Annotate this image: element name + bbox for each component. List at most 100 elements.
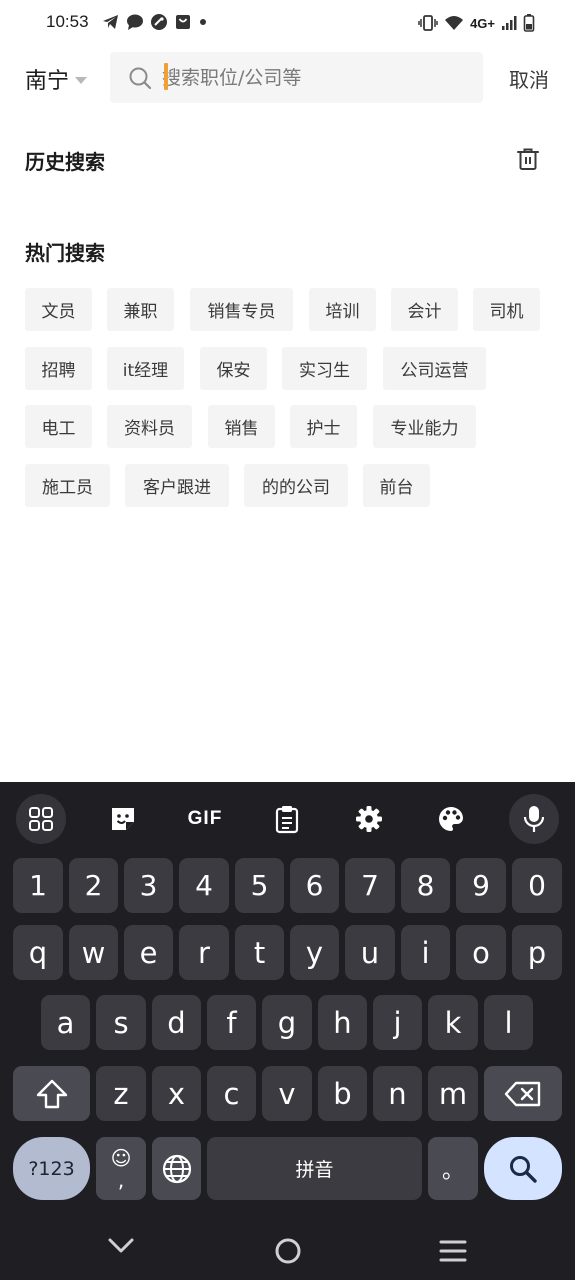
key-j[interactable]: j [373, 995, 422, 1050]
shift-key[interactable] [13, 1066, 90, 1121]
city-selector[interactable]: 南宁 [25, 63, 88, 95]
key-n[interactable]: n [373, 1066, 422, 1121]
key-6[interactable]: 6 [290, 858, 339, 913]
home-circle-icon[interactable] [273, 1236, 303, 1266]
key-v[interactable]: v [262, 1066, 312, 1121]
key-r[interactable]: r [179, 925, 229, 980]
key-x[interactable]: x [152, 1066, 201, 1121]
system-icons: 4G+ [418, 13, 535, 33]
hot-tag[interactable]: 前台 [363, 464, 430, 507]
hot-tag[interactable]: 电工 [25, 405, 92, 448]
back-chevron-icon[interactable] [106, 1235, 136, 1257]
apps-grid-icon[interactable] [16, 794, 66, 844]
comma-label: , [117, 1167, 125, 1192]
key-f[interactable]: f [207, 995, 256, 1050]
key-k[interactable]: k [428, 995, 478, 1050]
text-cursor [164, 63, 168, 90]
hot-tag[interactable]: 的的公司 [244, 464, 348, 507]
shopping-bag-icon [176, 15, 190, 29]
backspace-key[interactable] [484, 1066, 562, 1121]
key-y[interactable]: y [290, 925, 339, 980]
wifi-icon [445, 16, 464, 30]
notification-icons [102, 13, 208, 31]
hot-tag[interactable]: 司机 [473, 288, 540, 331]
key-a[interactable]: a [41, 995, 90, 1050]
key-8[interactable]: 8 [401, 858, 450, 913]
emoji-comma-key[interactable]: ☺ , [96, 1137, 146, 1200]
hot-tag[interactable]: 文员 [25, 288, 92, 331]
key-u[interactable]: u [345, 925, 395, 980]
recents-menu-icon[interactable] [438, 1238, 468, 1264]
message-icon [127, 14, 143, 30]
hot-tag[interactable]: 公司运营 [383, 347, 486, 390]
hot-tag[interactable]: it经理 [107, 347, 184, 390]
globe-icon [162, 1154, 191, 1183]
gif-button[interactable]: GIF [180, 794, 230, 844]
key-q[interactable]: q [13, 925, 63, 980]
screen: { "status_bar": { "time": "10:53", "netw… [0, 0, 575, 1280]
hot-tag[interactable]: 销售专员 [190, 288, 293, 331]
hot-tag[interactable]: 招聘 [25, 347, 92, 390]
hot-tag[interactable]: 护士 [290, 405, 357, 448]
symbols-key[interactable]: ?123 [13, 1137, 90, 1200]
trash-icon[interactable] [515, 146, 541, 172]
navigation-bar [0, 1215, 575, 1280]
key-t[interactable]: t [235, 925, 284, 980]
search-header: 南宁 取消 [0, 50, 575, 106]
hot-tag[interactable]: 兼职 [107, 288, 174, 331]
settings-gear-icon[interactable] [344, 794, 394, 844]
key-3[interactable]: 3 [124, 858, 173, 913]
battery-icon [523, 14, 535, 32]
key-w[interactable]: w [69, 925, 118, 980]
palette-icon[interactable] [426, 794, 476, 844]
key-i[interactable]: i [401, 925, 450, 980]
sticker-icon[interactable] [98, 794, 148, 844]
key-o[interactable]: o [456, 925, 506, 980]
vibrate-icon [418, 15, 438, 31]
key-z[interactable]: z [96, 1066, 146, 1121]
chevron-down-icon [75, 77, 88, 84]
search-icon [129, 67, 152, 89]
hot-tag[interactable]: 培训 [309, 288, 376, 331]
hot-tag[interactable]: 客户跟进 [125, 464, 229, 507]
space-key[interactable]: 拼音 [207, 1137, 422, 1200]
key-0[interactable]: 0 [512, 858, 562, 913]
telegram-icon [103, 15, 118, 29]
period-key[interactable]: 。 [428, 1137, 478, 1200]
key-4[interactable]: 4 [179, 858, 229, 913]
key-5[interactable]: 5 [235, 858, 284, 913]
key-m[interactable]: m [428, 1066, 478, 1121]
dot-icon [200, 19, 206, 25]
hot-tag[interactable]: 销售 [208, 405, 275, 448]
hot-tag[interactable]: 资料员 [107, 405, 192, 448]
language-key[interactable] [152, 1137, 201, 1200]
status-bar: 10:53 4G+ [0, 0, 575, 46]
key-1[interactable]: 1 [13, 858, 63, 913]
key-e[interactable]: e [124, 925, 173, 980]
search-input[interactable] [162, 62, 483, 93]
key-2[interactable]: 2 [69, 858, 118, 913]
key-h[interactable]: h [318, 995, 367, 1050]
hot-tag[interactable]: 施工员 [25, 464, 110, 507]
hot-tag[interactable]: 会计 [391, 288, 458, 331]
hot-tag[interactable]: 专业能力 [373, 405, 476, 448]
clipboard-icon[interactable] [262, 794, 312, 844]
hot-tag[interactable]: 实习生 [282, 347, 367, 390]
microphone-icon[interactable] [509, 794, 559, 844]
vpn-icon [151, 14, 167, 30]
key-s[interactable]: s [96, 995, 146, 1050]
gif-label: GIF [187, 808, 223, 829]
search-icon [510, 1155, 537, 1183]
key-7[interactable]: 7 [345, 858, 395, 913]
key-c[interactable]: c [207, 1066, 256, 1121]
key-9[interactable]: 9 [456, 858, 506, 913]
key-d[interactable]: d [152, 995, 201, 1050]
cancel-button[interactable]: 取消 [509, 64, 549, 93]
status-time: 10:53 [46, 12, 89, 31]
search-action-key[interactable] [484, 1137, 562, 1200]
key-p[interactable]: p [512, 925, 562, 980]
key-l[interactable]: l [484, 995, 533, 1050]
key-b[interactable]: b [318, 1066, 367, 1121]
key-g[interactable]: g [262, 995, 312, 1050]
hot-tag[interactable]: 保安 [200, 347, 267, 390]
